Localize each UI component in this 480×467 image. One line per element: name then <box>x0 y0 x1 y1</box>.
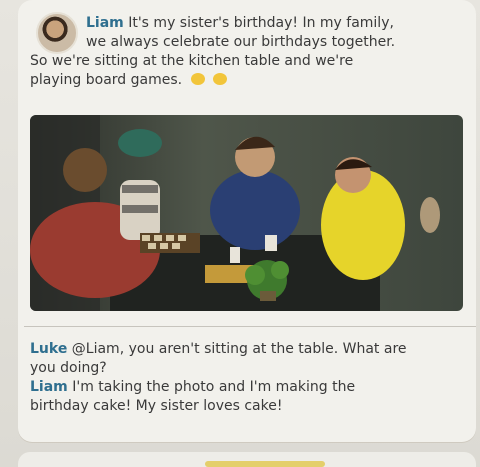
post-author[interactable]: Liam <box>86 15 124 31</box>
post-text-line: So we're sitting at the kitchen table an… <box>30 53 354 69</box>
comment-line: you doing? <box>30 359 460 378</box>
post-line-3: So we're sitting at the kitchen table an… <box>30 52 460 71</box>
post-photo[interactable] <box>30 115 463 311</box>
post-text-line: playing board games. <box>30 72 183 88</box>
comment-author[interactable]: Liam <box>30 379 68 395</box>
divider <box>24 326 476 327</box>
comment-line: Liam I'm taking the photo and I'm making… <box>30 378 460 397</box>
comment-author[interactable]: Luke <box>30 341 67 357</box>
next-post-accent <box>205 461 325 467</box>
post-text: Liam It's my sister's birthday! In my fa… <box>30 14 460 90</box>
comment-text: I'm taking the photo and I'm making the <box>72 379 356 395</box>
page: Liam It's my sister's birthday! In my fa… <box>0 0 480 467</box>
smiling-emoji-icon <box>213 73 227 85</box>
post-text-line: we always celebrate our birthdays togeth… <box>86 34 396 50</box>
comment-line: Luke @Liam, you aren't sitting at the ta… <box>30 340 460 359</box>
smiling-emoji-icon <box>190 73 205 85</box>
comment-text: @Liam, you aren't sitting at the table. … <box>71 341 407 357</box>
post-text-line: It's my sister's birthday! In my family, <box>128 15 394 31</box>
post-line-2: we always celebrate our birthdays togeth… <box>30 33 460 52</box>
post-line-4: playing board games. <box>30 71 460 90</box>
comment-text: you doing? <box>30 360 107 376</box>
comment-line: birthday cake! My sister loves cake! <box>30 397 460 416</box>
post-line-1: Liam It's my sister's birthday! In my fa… <box>30 14 460 33</box>
comment-thread: Luke @Liam, you aren't sitting at the ta… <box>30 340 460 416</box>
comment-text: birthday cake! My sister loves cake! <box>30 398 283 414</box>
photo-illustration <box>30 115 463 311</box>
